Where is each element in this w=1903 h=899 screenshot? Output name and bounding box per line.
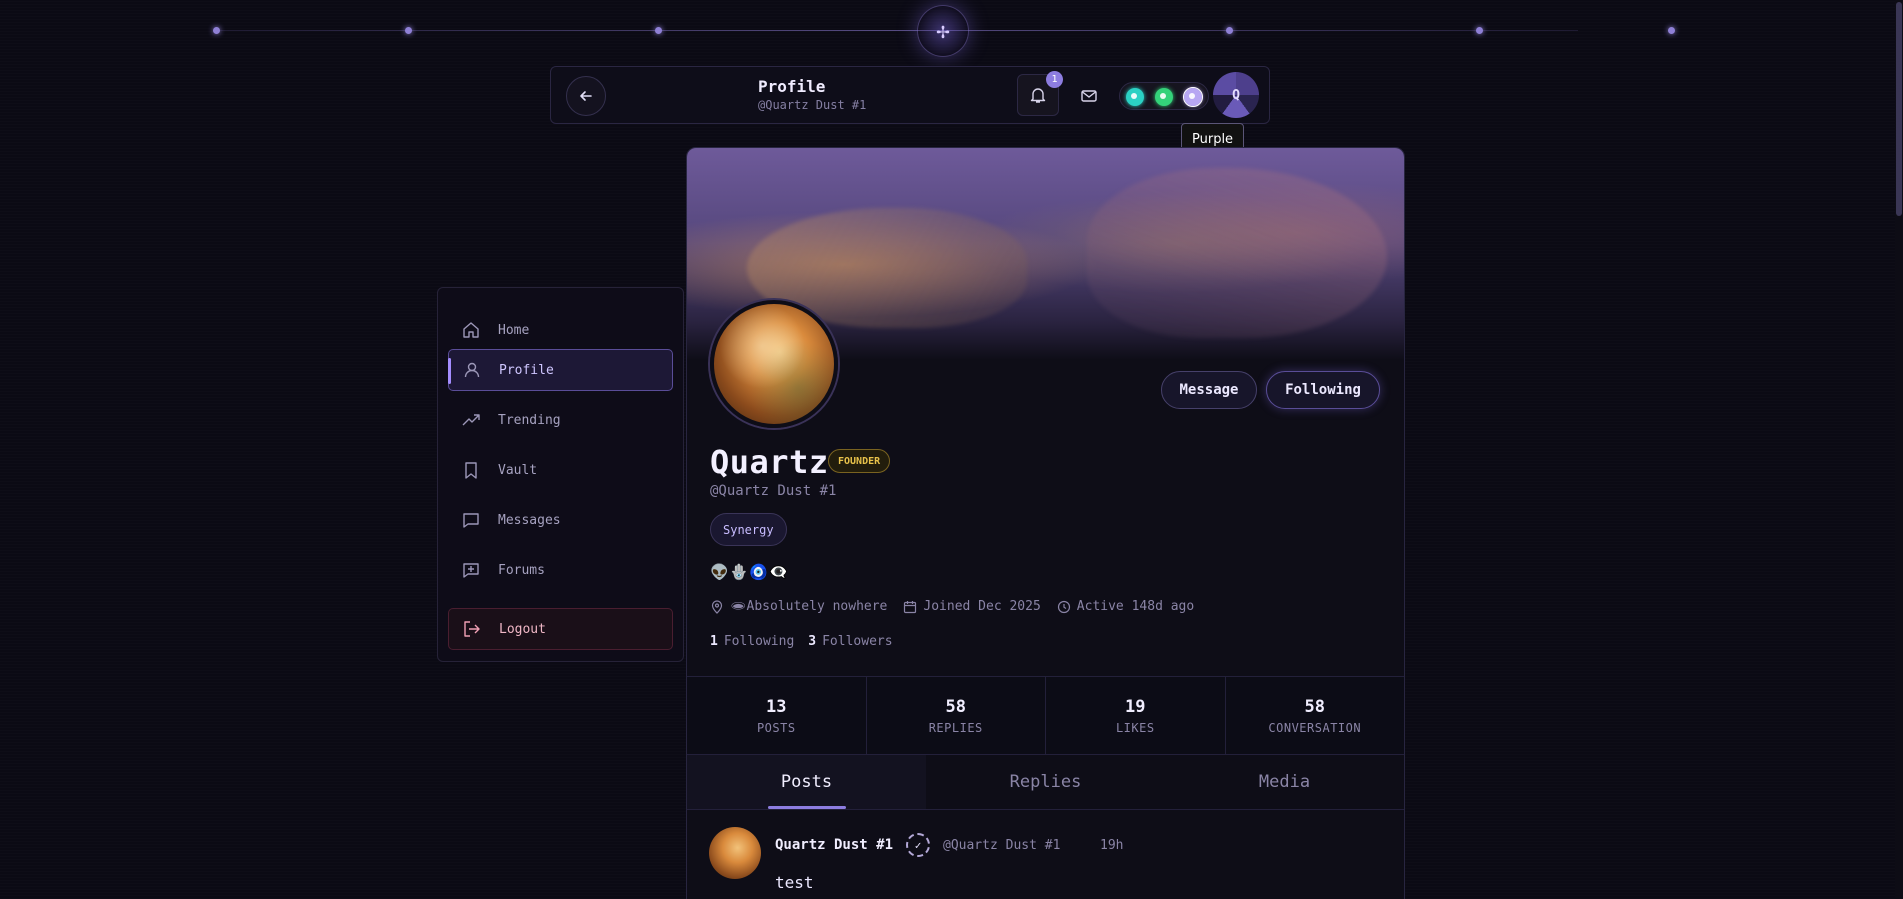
sidebar-item-profile[interactable]: Profile [448, 349, 673, 391]
star-dot [405, 27, 412, 34]
stat-replies: 58 REPLIES [867, 677, 1046, 754]
following-button[interactable]: Following [1266, 371, 1380, 409]
arrow-left-icon [580, 91, 592, 101]
location-item: 🕳Absolutely nowhere [710, 599, 887, 614]
tab-posts[interactable]: Posts [687, 755, 926, 809]
map-pin-icon [711, 599, 723, 614]
notification-badge: 1 [1046, 71, 1063, 88]
sidebar-item-vault[interactable]: Vault [448, 449, 673, 491]
top-header: Profile @Quartz Dust #1 1 Q [550, 66, 1270, 124]
home-icon [460, 319, 482, 341]
back-button[interactable] [566, 76, 606, 116]
synergy-chip[interactable]: Synergy [710, 513, 787, 546]
tab-replies[interactable]: Replies [926, 755, 1165, 809]
star-dot [1226, 27, 1233, 34]
sidebar-item-label: Vault [498, 462, 538, 478]
emoji-row: 👽🪬🧿👁‍🗨 [710, 563, 789, 581]
page-scrollbar[interactable] [1895, 0, 1903, 899]
stat-conversation: 58 CONVERSATION [1268, 696, 1362, 735]
sidebar-item-trending[interactable]: Trending [448, 399, 673, 441]
star-dot [1668, 27, 1675, 34]
sidebar-item-forums[interactable]: Forums [448, 549, 673, 591]
mail-icon [1081, 90, 1097, 102]
forum-icon [460, 559, 482, 581]
tab-media[interactable]: Media [1165, 755, 1404, 809]
profile-handle: @Quartz Dust #1 [710, 483, 837, 499]
mail-button[interactable] [1074, 81, 1104, 111]
profile-tabs: Posts Replies Media [687, 755, 1404, 810]
sidebar-item-label: Trending [498, 412, 561, 428]
message-button[interactable]: Message [1161, 371, 1257, 409]
notifications-button[interactable]: 1 [1017, 71, 1063, 116]
profile-name: Quartz [710, 443, 829, 481]
star-dot [1476, 27, 1483, 34]
theme-swatch-teal[interactable] [1126, 88, 1144, 106]
stat-posts: 13 POSTS [687, 677, 867, 754]
page-title: Profile [758, 77, 826, 96]
sidebar-nav: Home Profile Trending Vault Messages For… [437, 287, 684, 662]
profile-avatar[interactable] [710, 300, 838, 428]
sidebar-item-label: Forums [498, 562, 545, 578]
profile-card: Message Following Quartz FOUNDER @Quartz… [686, 147, 1405, 899]
sidebar-item-label: Messages [498, 512, 561, 528]
top-divider [215, 30, 1578, 31]
sidebar-item-label: Profile [499, 362, 554, 378]
founder-badge: FOUNDER [828, 449, 891, 473]
post-author[interactable]: Quartz Dust #1 [775, 837, 893, 853]
post-item[interactable]: Quartz Dust #1 ✓ @Quartz Dust #1 19h tes… [687, 810, 1404, 899]
theme-switcher [1119, 82, 1209, 110]
clock-icon [1057, 600, 1070, 613]
post-body: test [775, 873, 814, 892]
theme-swatch-green[interactable] [1155, 88, 1173, 106]
user-icon [461, 359, 483, 381]
page-subtitle: @Quartz Dust #1 [758, 98, 867, 112]
post-avatar[interactable] [709, 827, 761, 879]
joined-item: Joined Dec 2025 [903, 599, 1041, 614]
calendar-icon [904, 600, 917, 613]
logout-icon [461, 618, 483, 640]
star-dot [213, 27, 220, 34]
bell-icon [1030, 88, 1046, 103]
followers-link[interactable]: 3 Followers [808, 634, 892, 649]
stats-bar: 13 POSTS 58 REPLIES 19 LIKES 58 CONVERSATION [687, 676, 1404, 755]
profile-meta: 🕳Absolutely nowhere Joined Dec 2025 Acti… [710, 599, 1194, 614]
logout-label: Logout [499, 621, 546, 637]
stat-likes: 19 LIKES [1046, 677, 1226, 754]
scrollbar-thumb[interactable] [1896, 2, 1902, 216]
logout-button[interactable]: Logout [448, 608, 673, 650]
bookmark-icon [460, 459, 482, 481]
active-item: Active 148d ago [1057, 599, 1194, 614]
sigil-logo-icon: ✢ [917, 5, 969, 57]
verified-badge-icon: ✓ [906, 833, 930, 857]
active-text: Active 148d ago [1076, 599, 1195, 614]
user-avatar[interactable]: Q [1213, 72, 1259, 118]
sidebar-item-label: Home [498, 322, 530, 338]
joined-text: Joined Dec 2025 [923, 599, 1041, 614]
following-link[interactable]: 1 Following [710, 634, 794, 649]
message-icon [460, 509, 482, 531]
location-text: 🕳Absolutely nowhere [730, 599, 888, 614]
post-handle: @Quartz Dust #1 [943, 838, 1061, 853]
banner-dragon-shape [1087, 168, 1387, 338]
sidebar-item-home[interactable]: Home [448, 309, 673, 351]
theme-swatch-purple[interactable] [1183, 87, 1203, 107]
sidebar-item-messages[interactable]: Messages [448, 499, 673, 541]
follow-counts: 1 Following 3 Followers [710, 634, 893, 649]
post-time: 19h [1100, 838, 1124, 853]
trending-icon [460, 409, 482, 431]
star-dot [655, 27, 662, 34]
